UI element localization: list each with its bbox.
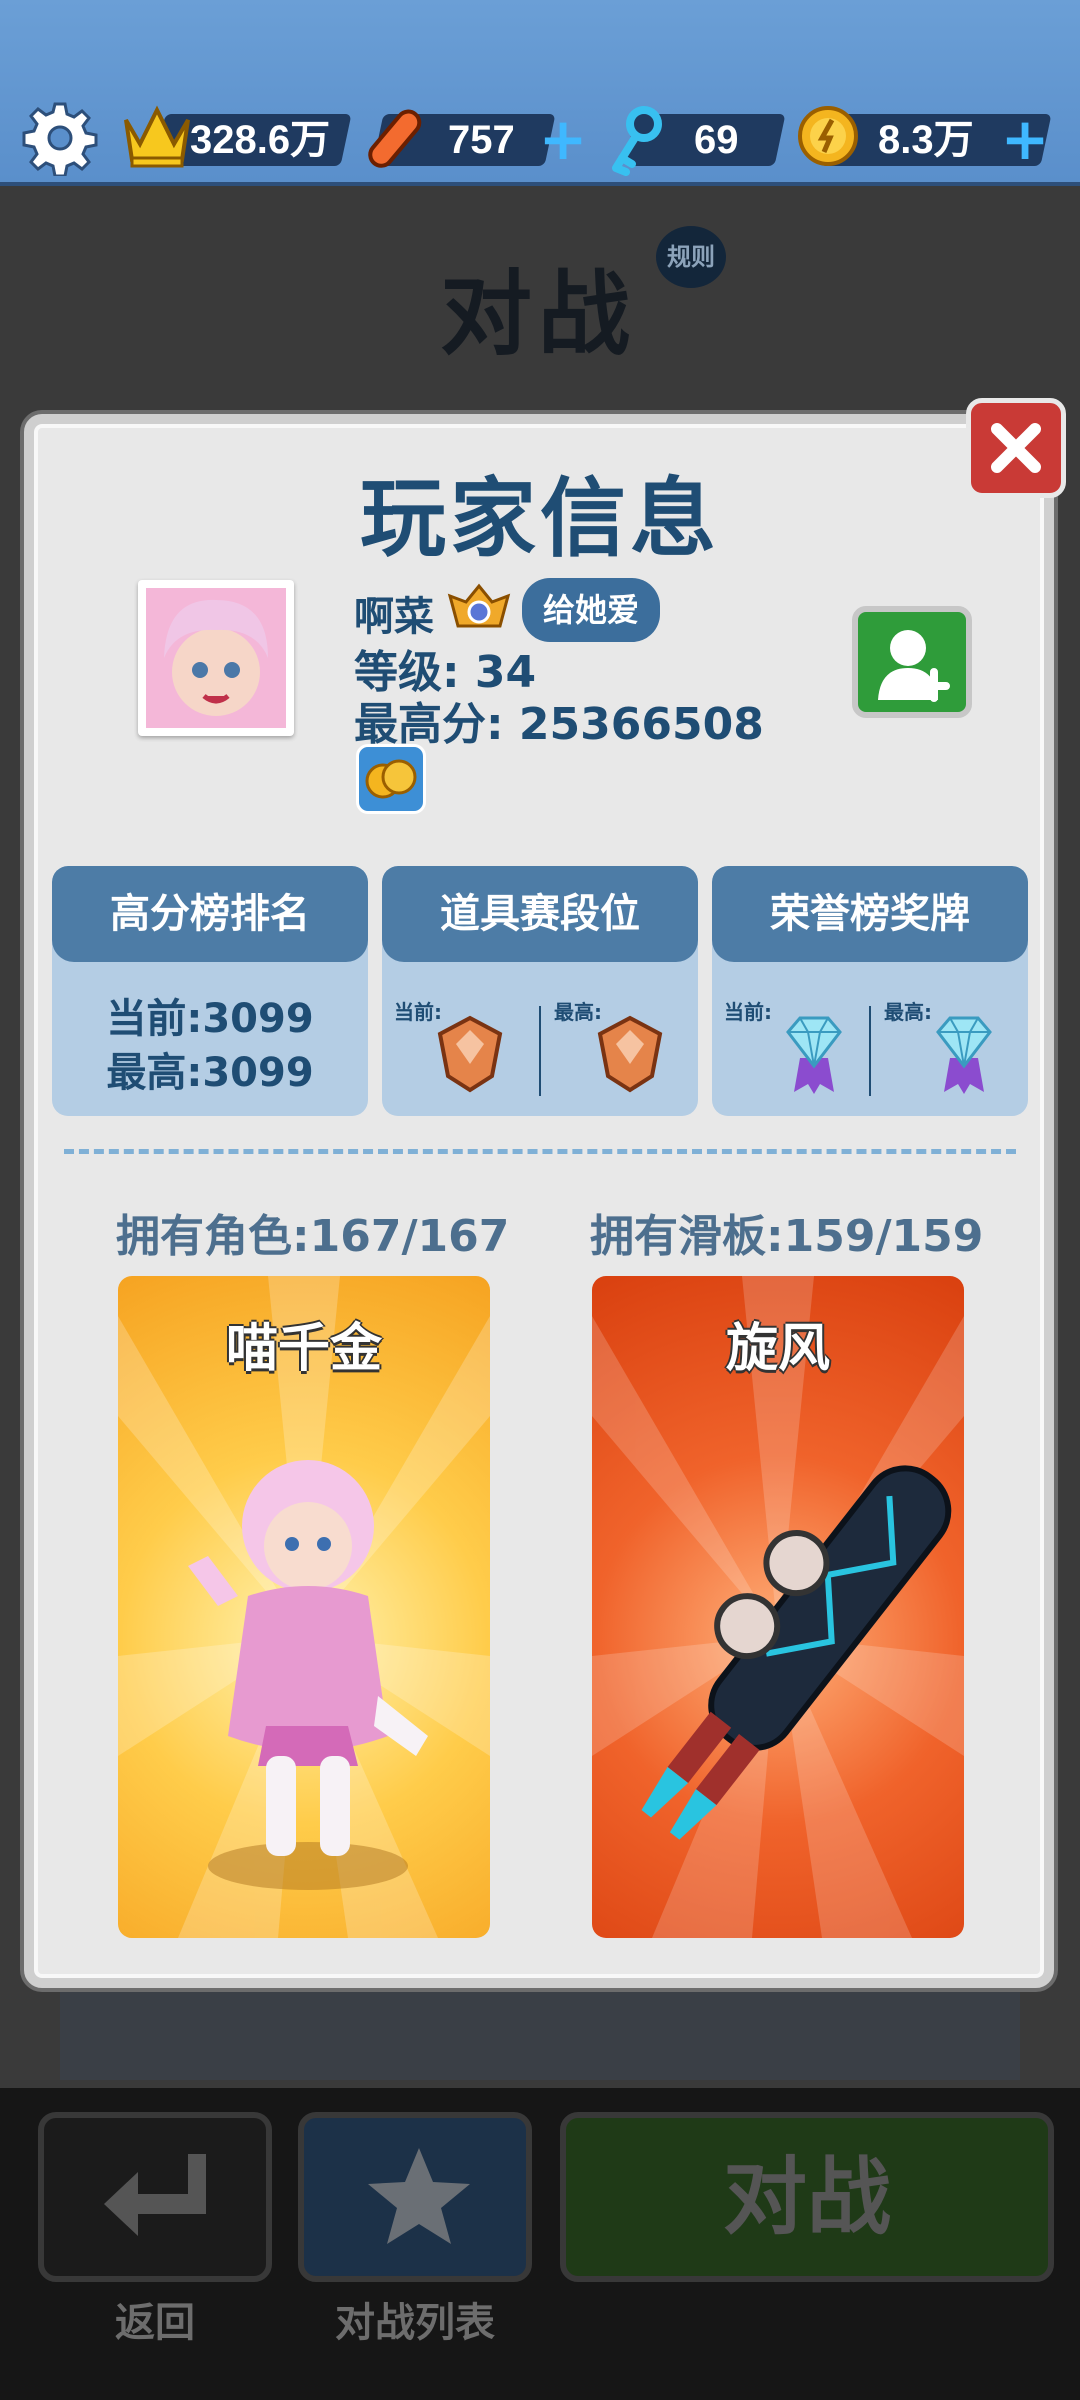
crown-value: 328.6万 xyxy=(190,118,331,162)
owned-boards-label: 拥有滑板:159/159 xyxy=(590,1211,984,1262)
highscore-rank-best: 最高:3099 xyxy=(106,1050,314,1096)
medal-best-label: 最高: xyxy=(884,1000,932,1024)
crown-icon xyxy=(124,105,190,168)
divider xyxy=(869,1006,871,1096)
return-arrow-icon xyxy=(104,2154,206,2236)
battle-list-button[interactable] xyxy=(298,2112,532,2282)
board-name: 旋风 xyxy=(725,1319,830,1379)
bronze-tier-badge-icon xyxy=(437,1015,503,1093)
medal-current-label: 当前: xyxy=(724,1000,772,1024)
highscore-rank-header: 高分榜排名 xyxy=(52,866,368,962)
diamond-medal-icon xyxy=(786,1016,842,1094)
diamond-medal-icon xyxy=(936,1016,992,1094)
coin-icon xyxy=(798,106,858,166)
add-friend-button[interactable] xyxy=(852,606,972,718)
battle-list-label: 对战列表 xyxy=(335,2300,495,2346)
bronze-tier-badge-icon xyxy=(597,1015,663,1093)
add-boards-button[interactable]: + xyxy=(538,110,588,168)
board-card[interactable]: 旋风 xyxy=(592,1276,964,1938)
divider xyxy=(64,1149,1016,1154)
player-name: 啊菜 xyxy=(354,594,434,640)
rank-badge-icon xyxy=(447,583,511,628)
character-card[interactable]: 喵千金 xyxy=(118,1276,490,1938)
skateboard-icon xyxy=(368,109,422,168)
hoverboard-figure xyxy=(641,1465,952,1840)
leaderboard-row-dimmed xyxy=(60,1990,1020,2080)
honor-medal-panel: 荣誉榜奖牌 当前: 最高: xyxy=(712,866,1028,1116)
back-button[interactable] xyxy=(38,2112,272,2282)
dialog-title: 玩家信息 xyxy=(360,469,720,569)
star-icon xyxy=(368,2148,470,2244)
key-value: 69 xyxy=(694,118,739,162)
key-icon xyxy=(612,106,662,176)
player-high-score: 最高分: 25366508 xyxy=(354,699,764,750)
honor-medal-header: 荣誉榜奖牌 xyxy=(712,866,1028,962)
rules-button[interactable]: 规则 xyxy=(656,226,726,288)
divider xyxy=(539,1006,541,1096)
double-coins-icon xyxy=(356,744,426,814)
add-coins-button[interactable]: + xyxy=(1000,110,1050,168)
highscore-rank-panel: 高分榜排名 当前:3099 最高:3099 xyxy=(52,866,368,1116)
battle-button[interactable]: 对战 xyxy=(560,2112,1054,2282)
highscore-rank-current: 当前:3099 xyxy=(106,996,314,1042)
player-portrait xyxy=(146,588,286,728)
item-race-tier-header: 道具赛段位 xyxy=(382,866,698,962)
gear-icon[interactable] xyxy=(22,100,98,176)
character-name: 喵千金 xyxy=(225,1319,382,1379)
character-figure xyxy=(188,1460,428,1890)
page-title: 对战 xyxy=(440,261,637,368)
coin-value: 8.3万 xyxy=(878,118,974,162)
item-race-tier-panel: 道具赛段位 当前: 最高: xyxy=(382,866,698,1116)
back-label: 返回 xyxy=(115,2300,195,2346)
give-love-button[interactable]: 给她爱 xyxy=(522,578,660,642)
board-value: 757 xyxy=(448,118,515,162)
add-friend-icon xyxy=(878,630,950,702)
avatar xyxy=(138,580,294,736)
owned-characters-label: 拥有角色:167/167 xyxy=(116,1211,510,1262)
